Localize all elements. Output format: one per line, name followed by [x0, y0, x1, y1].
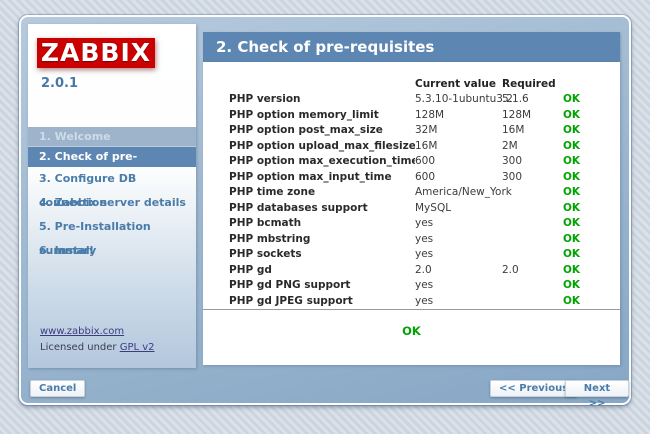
- table-row: PHP gd JPEG support yes OK: [203, 294, 620, 310]
- col-header-required: Required: [502, 76, 563, 92]
- prerequisites-content: Current value Required PHP version 5.3.1…: [203, 62, 620, 365]
- wizard-steps-menu: 1. Welcome2. Check of pre-requisites3. C…: [28, 127, 196, 263]
- zabbix-logo: ZABBIX: [37, 38, 155, 68]
- page-title: 2. Check of pre-requisites: [203, 32, 620, 62]
- col-header-name: [229, 76, 415, 92]
- table-row: PHP sockets yes OK: [203, 247, 620, 263]
- table-row: PHP bcmath yes OK: [203, 216, 620, 232]
- desktop-background: ZABBIX 2.0.1 1. Welcome2. Check of pre-r…: [0, 0, 650, 434]
- sidebar-step-6[interactable]: 6. Install: [28, 239, 196, 263]
- table-row: PHP option max_input_time 600 300 OK: [203, 170, 620, 186]
- license-text: Licensed under GPL v2: [40, 342, 155, 353]
- table-row: PHP gd PNG support yes OK: [203, 278, 620, 294]
- sidebar-step-1[interactable]: 1. Welcome: [28, 127, 196, 147]
- table-header-row: Current value Required: [203, 76, 620, 92]
- sidebar-step-3[interactable]: 3. Configure DB connection: [28, 167, 196, 191]
- table-row: PHP gd 2.0 2.0 OK: [203, 263, 620, 279]
- gpl-license-link[interactable]: GPL v2: [120, 342, 155, 353]
- table-row: PHP option max_execution_time 600 300 OK: [203, 154, 620, 170]
- table-row: PHP option upload_max_filesize 16M 2M OK: [203, 139, 620, 155]
- table-row: PHP option memory_limit 128M 128M OK: [203, 108, 620, 124]
- table-row: PHP mbstring yes OK: [203, 232, 620, 248]
- zabbix-site-link[interactable]: www.zabbix.com: [40, 326, 155, 337]
- table-row: PHP databases support MySQL OK: [203, 201, 620, 217]
- cancel-button[interactable]: Cancel: [30, 380, 85, 397]
- sidebar-panel: ZABBIX 2.0.1 1. Welcome2. Check of pre-r…: [28, 24, 196, 368]
- table-row: PHP version 5.3.10-1ubuntu3.2 5.1.6 OK: [203, 92, 620, 108]
- overall-status: OK: [203, 324, 620, 338]
- sidebar-step-4[interactable]: 4. Zabbix server details: [28, 191, 196, 215]
- next-button[interactable]: Next >>: [565, 380, 629, 397]
- table-bottom-divider: [203, 309, 620, 310]
- sidebar-step-2[interactable]: 2. Check of pre-requisites: [28, 147, 196, 167]
- setup-wizard-dialog: ZABBIX 2.0.1 1. Welcome2. Check of pre-r…: [19, 15, 631, 405]
- table-row: PHP option post_max_size 32M 16M OK: [203, 123, 620, 139]
- col-header-current-value: Current value: [415, 76, 502, 92]
- table-row: PHP time zone America/New_York OK: [203, 185, 620, 201]
- prerequisites-table: Current value Required PHP version 5.3.1…: [203, 76, 620, 309]
- sidebar-step-5[interactable]: 5. Pre-Installation summary: [28, 215, 196, 239]
- footer-links: www.zabbix.com Licensed under GPL v2: [40, 326, 155, 353]
- version-label: 2.0.1: [41, 76, 78, 91]
